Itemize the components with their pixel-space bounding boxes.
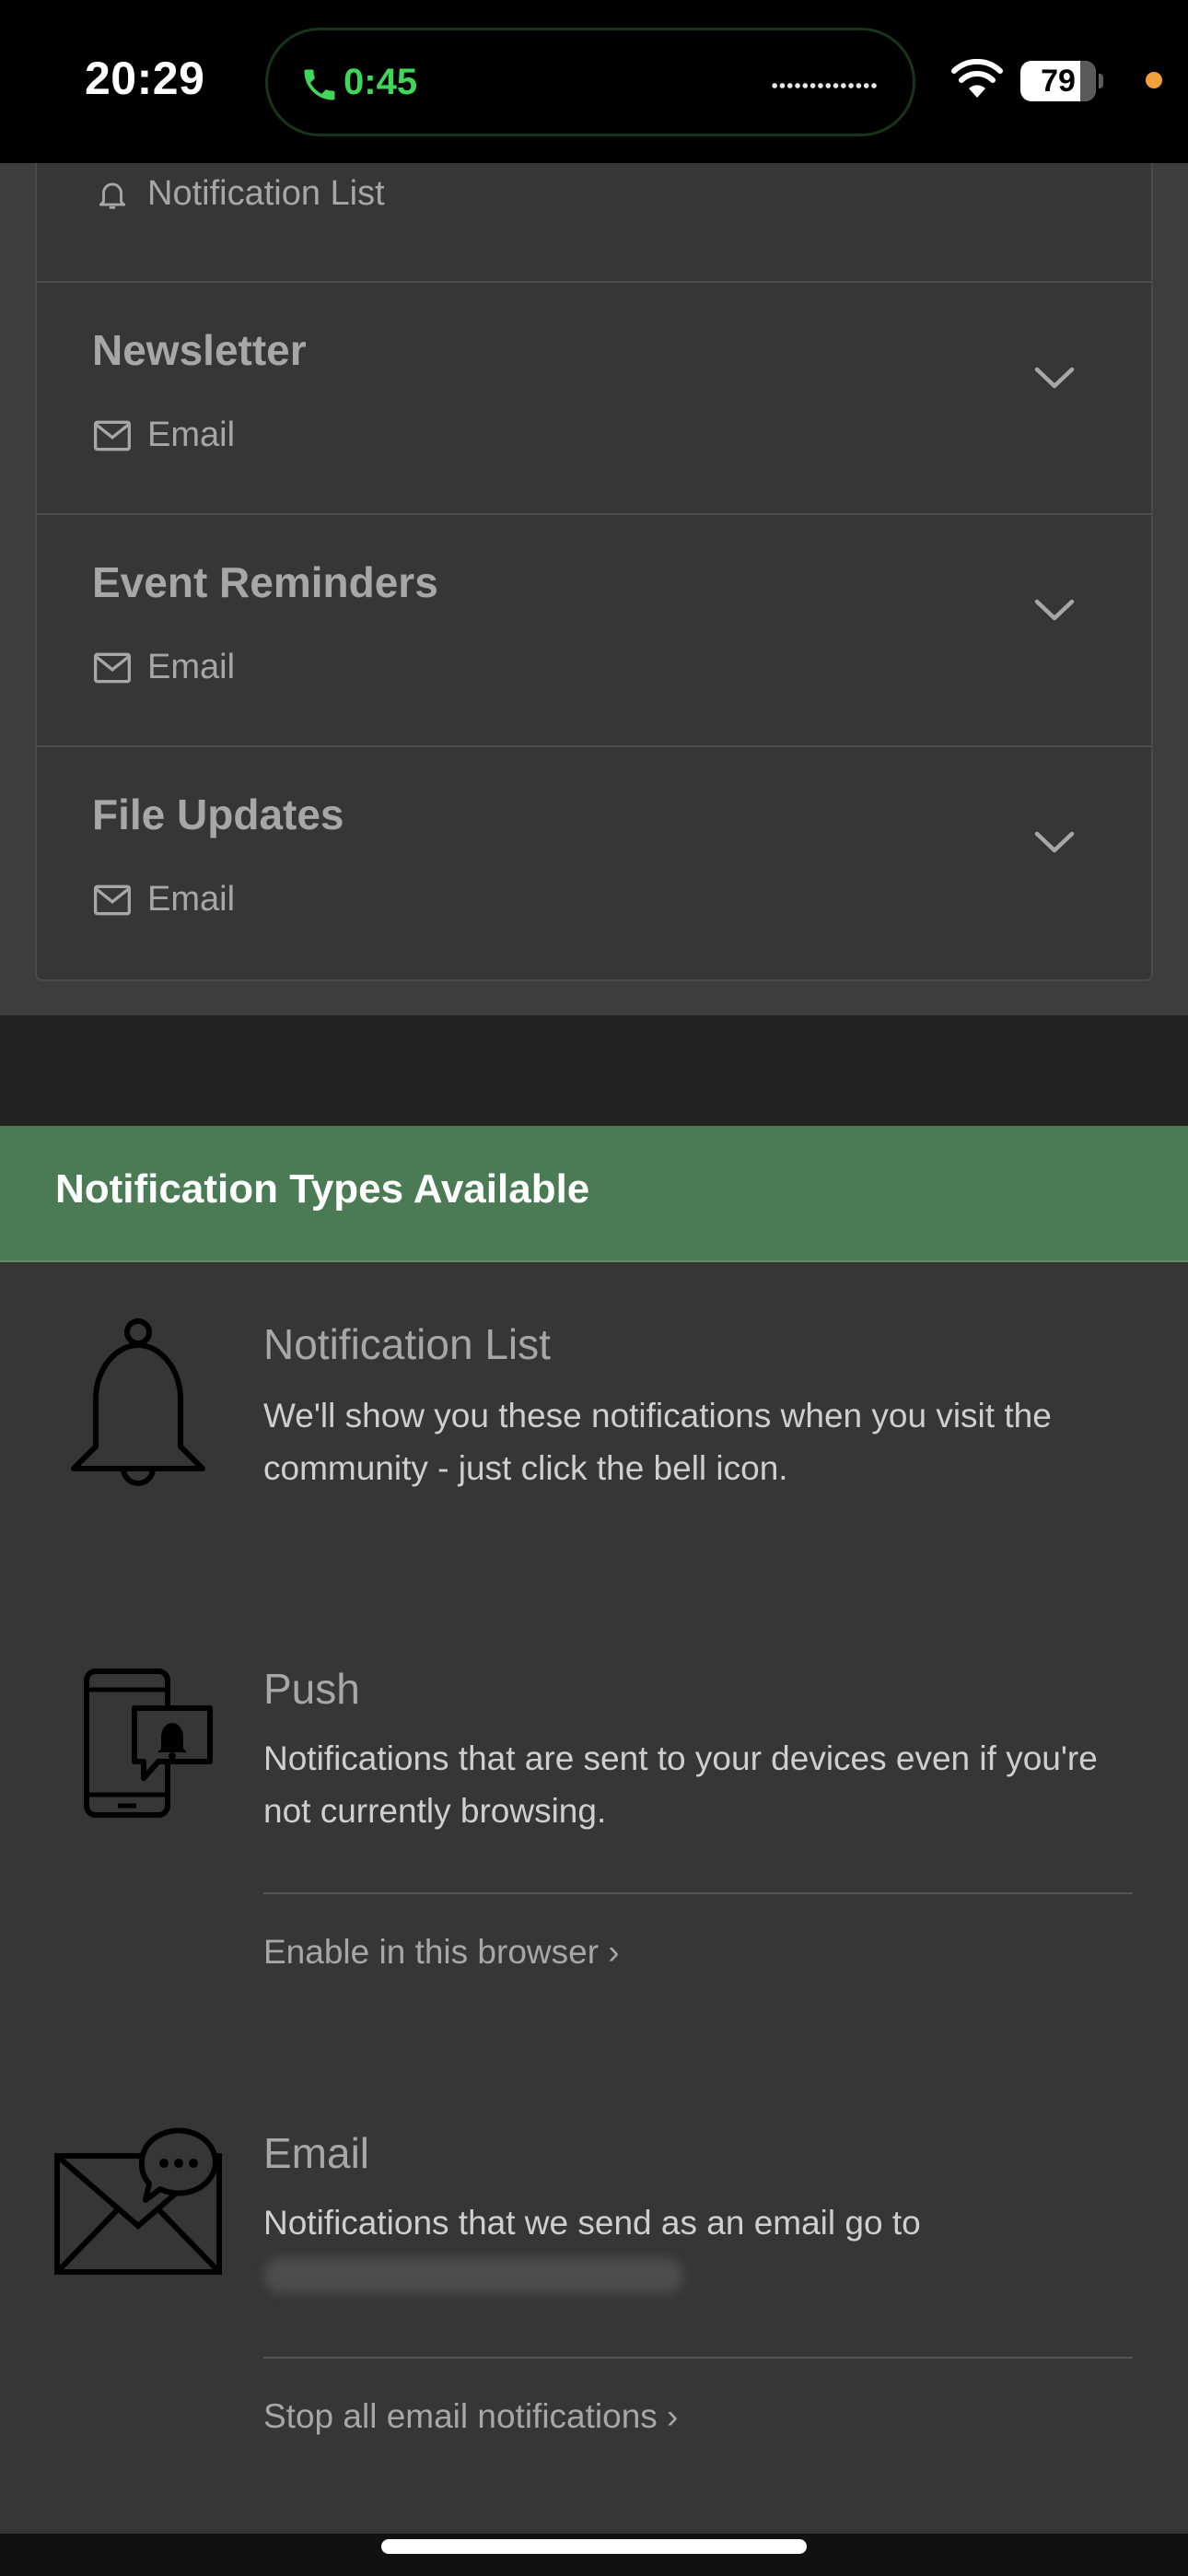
blurred-email-address xyxy=(263,2258,683,2293)
type-title-push: Push xyxy=(263,1665,360,1713)
envelope-icon xyxy=(94,652,131,683)
row-title: File Updates xyxy=(92,790,344,838)
chevron-down-icon[interactable] xyxy=(1033,830,1076,856)
type-description: Notifications that are sent to your devi… xyxy=(263,1739,1098,1830)
notification-types-list: Notification List We'll show you these n… xyxy=(0,1262,1188,2534)
row-method: Email xyxy=(92,880,235,919)
row-method: Email xyxy=(92,648,235,687)
preference-row-newsletter[interactable]: Newsletter Email xyxy=(37,283,1151,515)
section-separator xyxy=(0,1015,1188,1126)
type-description: Notifications that we send as an email g… xyxy=(263,2196,1147,2308)
row-title: Event Reminders xyxy=(92,558,438,606)
home-indicator[interactable] xyxy=(381,2539,807,2554)
type-description: We'll show you these notifications when … xyxy=(263,1397,1052,1487)
preference-row-partial: Notification List xyxy=(37,163,1151,283)
chevron-down-icon[interactable] xyxy=(1033,598,1076,624)
envelope-chat-icon xyxy=(54,2127,222,2275)
row-method-label: Email xyxy=(147,416,236,454)
phone-icon xyxy=(304,69,335,100)
divider xyxy=(263,1892,1133,1894)
audio-waveform-icon xyxy=(771,82,878,89)
row-title: Newsletter xyxy=(92,326,307,374)
row-method: Notification List xyxy=(92,174,385,214)
envelope-icon xyxy=(94,420,131,451)
battery-level: 79 xyxy=(1041,64,1076,99)
chevron-right-icon: › xyxy=(657,2397,679,2435)
link-label: Stop all email notifications xyxy=(263,2397,658,2435)
clock: 20:29 xyxy=(85,53,205,104)
chevron-right-icon: › xyxy=(599,1933,620,1971)
section-heading: Notification Types Available xyxy=(55,1166,590,1212)
battery-cap xyxy=(1099,74,1103,88)
status-bar: 20:29 0:45 79 xyxy=(0,0,1188,163)
enable-push-link[interactable]: Enable in this browser › xyxy=(263,1933,620,1972)
row-method-label: Notification List xyxy=(147,174,385,213)
divider xyxy=(263,2357,1133,2359)
notification-types-header: Notification Types Available xyxy=(0,1126,1188,1262)
wifi-icon xyxy=(951,59,1003,98)
call-timer: 0:45 xyxy=(344,62,418,102)
notification-preferences-card: Notification List Newsletter Email Event… xyxy=(35,163,1153,981)
bell-icon xyxy=(71,1318,205,1486)
chevron-down-icon[interactable] xyxy=(1033,366,1076,392)
row-method-label: Email xyxy=(147,880,236,919)
envelope-icon xyxy=(94,884,131,915)
link-label: Enable in this browser xyxy=(263,1933,600,1971)
type-title-notification-list: Notification List xyxy=(263,1320,551,1368)
row-method: Email xyxy=(92,416,235,455)
dynamic-island-call[interactable]: 0:45 xyxy=(265,28,915,136)
email-description-text: Notifications that we send as an email g… xyxy=(263,2204,921,2242)
screen: 20:29 0:45 79 Notification List Newslett… xyxy=(0,0,1188,2576)
type-title-email: Email xyxy=(263,2129,370,2177)
phone-notification-icon xyxy=(84,1669,213,1818)
battery-icon: 79 xyxy=(1020,61,1096,101)
stop-email-notifications-link[interactable]: Stop all email notifications › xyxy=(263,2397,678,2436)
bell-icon xyxy=(99,182,126,209)
preference-row-event-reminders[interactable]: Event Reminders Email xyxy=(37,515,1151,747)
row-method-label: Email xyxy=(147,648,236,686)
privacy-indicator-dot xyxy=(1146,72,1162,88)
preference-row-file-updates[interactable]: File Updates Email xyxy=(37,747,1151,979)
